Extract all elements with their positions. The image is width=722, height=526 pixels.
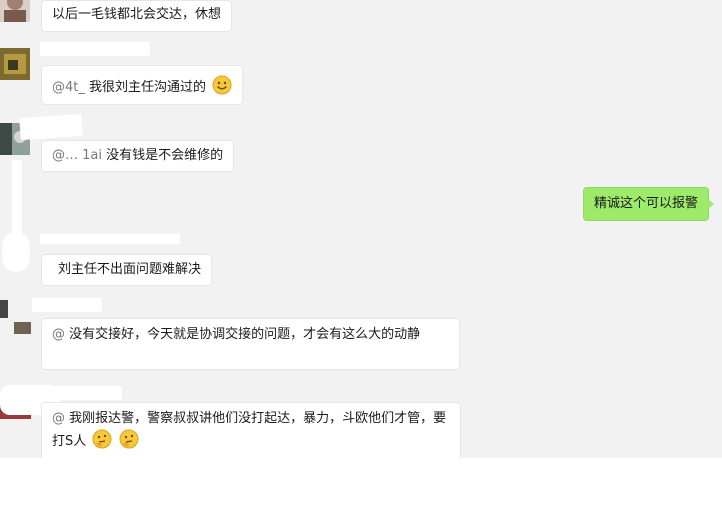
mention-text: @ [52, 327, 65, 342]
avatar[interactable] [0, 300, 31, 334]
mention-text: @… 1ai [52, 148, 102, 163]
mention-text: @4t_ [52, 80, 90, 95]
message-bubble: @ 我刚报达警，警察叔叔讲他们没打起达，暴力，斗欧他们才管，要打S人 [41, 402, 461, 458]
message-bubble: @… 1ai 没有钱是不会维修的 [41, 140, 235, 172]
redaction [40, 234, 180, 244]
redaction [2, 232, 30, 272]
message-text: 精诚这个可以报警 [594, 196, 699, 211]
message-bubble: 以后一毛钱都北会交达，休想 [41, 0, 233, 32]
message-bubble: @4t_ 我很刘主任沟通过的 [41, 65, 244, 105]
message-text: 以后一毛钱都北会交达，休想 [52, 7, 222, 22]
message-bubble: @ 没有交接好，今天就是协调交接的问题，才会有这么大的动静 [41, 318, 460, 370]
message-text: 没有交接好，今天就是协调交接的问题，才会有这么大的动静 [69, 327, 421, 342]
smile-emoji-icon [212, 75, 232, 95]
message-text: 没有钱是不会维修的 [106, 148, 224, 163]
thinking-emoji-icon [92, 429, 112, 449]
avatar[interactable] [0, 0, 30, 22]
message-text: 我很刘主任沟通过的 [89, 80, 207, 95]
message-text: 刘主任不出面问题难解决 [58, 262, 202, 277]
redaction [32, 298, 102, 312]
message-bubble: 刘主任不出面问题难解决 [41, 254, 213, 286]
mention-text: @ [52, 411, 65, 426]
redaction [40, 42, 150, 56]
redaction [12, 160, 22, 240]
redaction [56, 386, 122, 400]
avatar[interactable] [0, 48, 30, 80]
self-message-bubble: 精诚这个可以报警 [583, 187, 715, 221]
thinking-emoji-icon [119, 429, 139, 449]
redaction [19, 113, 83, 141]
chat-area: 以后一毛钱都北会交达，休想 @4t_ 我很刘主任沟通过的 @… 1ai 没有钱是… [0, 0, 722, 458]
